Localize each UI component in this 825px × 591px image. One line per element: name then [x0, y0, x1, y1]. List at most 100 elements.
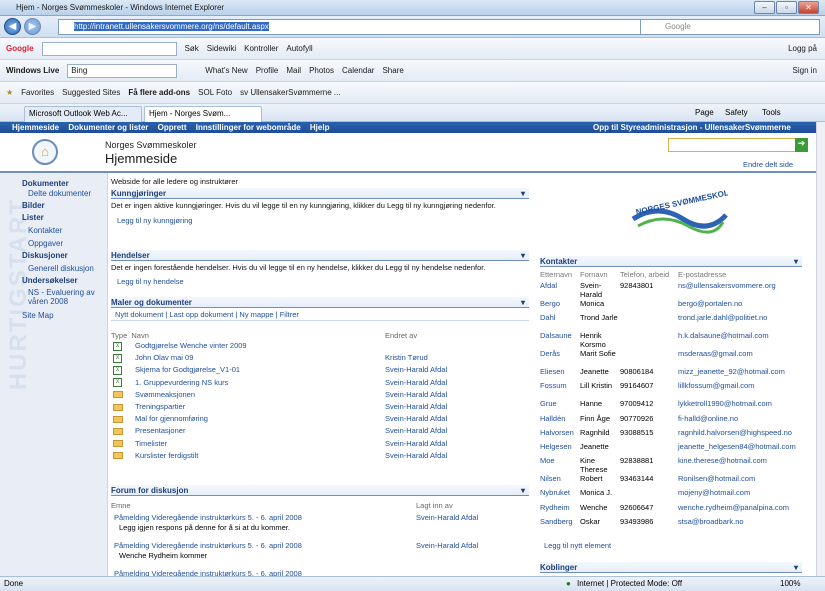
documents-title[interactable]: Maler og dokumenter: [111, 297, 529, 308]
tab-outlook[interactable]: Microsoft Outlook Web Ac...: [24, 106, 142, 122]
contact-email[interactable]: mizz_jeanette_92@hotmail.com: [678, 367, 785, 376]
contact-last-name[interactable]: Afdal: [540, 281, 557, 290]
forum-author[interactable]: Svein-Harald Afdal: [416, 540, 478, 552]
url-input[interactable]: http://intranett.ullensakersvommere.org/…: [58, 19, 650, 35]
contact-email[interactable]: fi-halld@online.no: [678, 414, 738, 423]
links-title[interactable]: Koblinger: [540, 562, 802, 573]
fav-sol-foto[interactable]: SOL Foto: [198, 88, 232, 97]
document-name[interactable]: Skjema for Godtgjørelse_V1-01: [135, 365, 240, 374]
contact-last-name[interactable]: Grue: [540, 399, 557, 408]
topnav-up[interactable]: Opp til Styreadministrasjon - Ullensaker…: [593, 122, 791, 133]
nav-contacts[interactable]: Kontakter: [28, 226, 62, 235]
announcements-title[interactable]: Kunngjøringer: [111, 188, 529, 199]
col-phone[interactable]: Telefon, arbeid: [620, 270, 669, 279]
document-name[interactable]: Svømmeaksjonen: [135, 390, 195, 399]
vertical-scrollbar[interactable]: [816, 122, 825, 576]
live-whats-new[interactable]: What's New: [205, 66, 247, 75]
col-name[interactable]: Navn: [131, 331, 149, 340]
new-folder-button[interactable]: Ny mappe: [239, 310, 273, 319]
document-name[interactable]: John Olav mai 09: [135, 353, 193, 362]
live-profile[interactable]: Profile: [256, 66, 279, 75]
document-name[interactable]: Presentasjoner: [135, 426, 185, 435]
topnav-create[interactable]: Opprett: [158, 123, 187, 132]
contact-email[interactable]: lillkfossum@gmail.com: [678, 381, 754, 390]
forward-icon[interactable]: ▶: [24, 18, 41, 35]
contact-email[interactable]: ragnhild.halvorsen@highspeed.no: [678, 428, 792, 437]
nav-shared-docs[interactable]: Delte dokumenter: [28, 189, 91, 198]
topnav-settings[interactable]: Innstillinger for webområde: [196, 123, 301, 132]
nav-survey-2[interactable]: våren 2008: [28, 297, 68, 306]
maximize-button[interactable]: ▫: [776, 1, 797, 14]
suggested-sites[interactable]: Suggested Sites: [62, 88, 120, 97]
contact-email[interactable]: trond.jarle.dahl@politiet.no: [678, 313, 767, 322]
back-icon[interactable]: ◀: [4, 18, 21, 35]
document-modified-by[interactable]: Kristin Tørud: [385, 352, 428, 364]
document-row[interactable]: Treningspartier Svein-Harald Afdal: [111, 401, 529, 413]
contact-email[interactable]: msderaas@gmail.com: [678, 349, 753, 358]
nav-general-discussion[interactable]: Generell diskusjon: [28, 264, 94, 273]
nav-discussions[interactable]: Diskusjoner: [22, 251, 68, 260]
topnav-help[interactable]: Hjelp: [310, 123, 330, 132]
topnav-home[interactable]: Hjemmeside: [12, 123, 59, 132]
close-button[interactable]: ✕: [798, 1, 819, 14]
check-button[interactable]: Kontroller: [244, 44, 278, 53]
sidewiki-button[interactable]: Sidewiki: [207, 44, 236, 53]
contact-last-name[interactable]: Bergo: [540, 299, 560, 308]
topnav-docs[interactable]: Dokumenter og lister: [68, 123, 148, 132]
document-row[interactable]: X Godtgjørelse Wenche vinter 2009: [111, 340, 529, 352]
contact-email[interactable]: stsa@broadbark.no: [678, 517, 744, 526]
add-announcement-link[interactable]: Legg til ny kunngjøring: [111, 216, 529, 225]
forum-title[interactable]: Forum for diskusjon: [111, 485, 529, 496]
document-name[interactable]: Kurslister ferdigstilt: [135, 451, 198, 460]
contact-email[interactable]: kine.therese@hotmail.com: [678, 456, 767, 465]
bing-search-input[interactable]: Bing: [67, 63, 178, 78]
contact-last-name[interactable]: Derås: [540, 349, 560, 358]
add-event-link[interactable]: Legg til ny hendelse: [111, 277, 529, 286]
security-zone[interactable]: Internet | Protected Mode: Off: [577, 577, 682, 591]
nav-tasks[interactable]: Oppgaver: [28, 239, 63, 248]
new-document-button[interactable]: Nytt dokument: [115, 310, 163, 319]
document-name[interactable]: Godtgjørelse Wenche vinter 2009: [135, 341, 247, 350]
document-row[interactable]: Presentasjoner Svein-Harald Afdal: [111, 425, 529, 437]
live-calendar[interactable]: Calendar: [342, 66, 374, 75]
favorites-button[interactable]: Favorites: [21, 88, 54, 97]
contact-last-name[interactable]: Nybruket: [540, 488, 570, 497]
document-name[interactable]: 1. Gruppevurdering NS kurs: [135, 378, 228, 387]
nav-site-map[interactable]: Site Map: [22, 311, 54, 320]
events-title[interactable]: Hendelser: [111, 250, 529, 261]
document-name[interactable]: Treningspartier: [135, 402, 185, 411]
document-row[interactable]: Mal for gjennomføring Svein-Harald Afdal: [111, 413, 529, 425]
upload-document-button[interactable]: Last opp dokument: [169, 310, 233, 319]
document-row[interactable]: Kurslister ferdigstilt Svein-Harald Afdal: [111, 450, 529, 462]
document-modified-by[interactable]: Svein-Harald Afdal: [385, 364, 447, 376]
google-search-button[interactable]: Søk: [185, 44, 199, 53]
live-mail[interactable]: Mail: [286, 66, 301, 75]
col-email[interactable]: E-postadresse: [678, 270, 726, 279]
contact-last-name[interactable]: Nilsen: [540, 474, 561, 483]
forum-author[interactable]: Svein-Harald Afdal: [416, 512, 478, 524]
document-modified-by[interactable]: Svein-Harald Afdal: [385, 401, 447, 413]
tab-hjem[interactable]: Hjem - Norges Svøm...: [144, 106, 262, 122]
get-addons[interactable]: Få flere add-ons: [128, 88, 190, 97]
web-search-input[interactable]: Google: [640, 19, 820, 35]
document-modified-by[interactable]: Svein-Harald Afdal: [385, 389, 447, 401]
google-search-input[interactable]: [41, 41, 177, 56]
document-name[interactable]: Timelister: [135, 439, 167, 448]
document-name[interactable]: Mal for gjennomføring: [135, 414, 208, 423]
document-modified-by[interactable]: Svein-Harald Afdal: [385, 450, 447, 462]
contact-last-name[interactable]: Fossum: [540, 381, 567, 390]
document-row[interactable]: X John Olav mai 09 Kristin Tørud: [111, 352, 529, 364]
contact-email[interactable]: wenche.rydheim@panalpina.com: [678, 503, 789, 512]
edit-page-link[interactable]: Endre delt side: [743, 160, 793, 169]
contact-last-name[interactable]: Halvorsen: [540, 428, 574, 437]
nav-pictures[interactable]: Bilder: [22, 201, 45, 210]
contact-email[interactable]: bergo@portalen.no: [678, 299, 742, 308]
contact-email[interactable]: lykketroll1990@hotmail.com: [678, 399, 772, 408]
contact-last-name[interactable]: Dahl: [540, 313, 555, 322]
document-modified-by[interactable]: Svein-Harald Afdal: [385, 425, 447, 437]
minimize-button[interactable]: –: [754, 1, 775, 14]
google-login[interactable]: Logg på: [788, 44, 817, 53]
nav-documents[interactable]: Dokumenter: [22, 179, 69, 188]
safety-menu[interactable]: Safety: [725, 108, 748, 117]
nav-lists[interactable]: Lister: [22, 213, 44, 222]
